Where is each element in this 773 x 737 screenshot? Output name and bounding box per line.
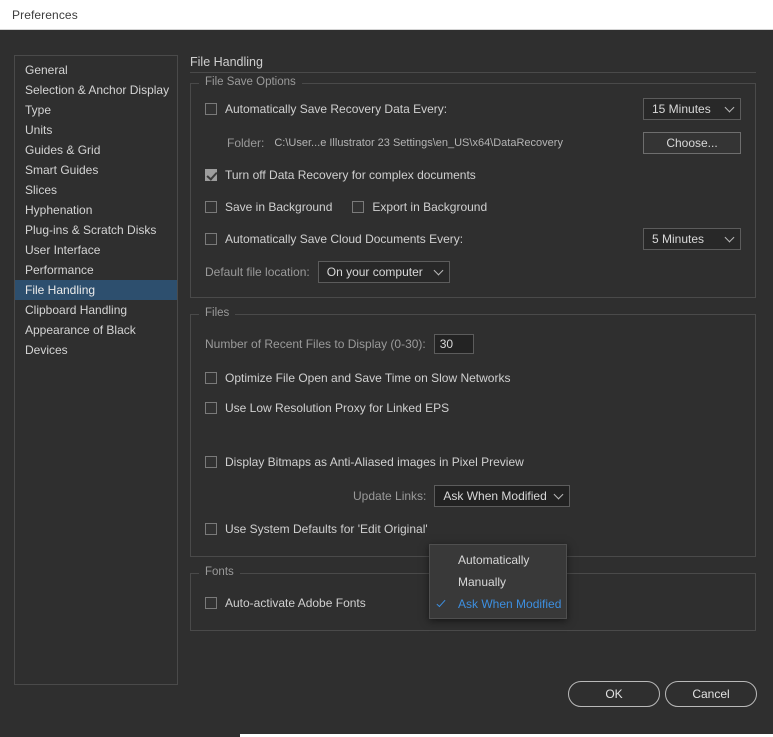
file-save-options-group: File Save Options Automatically Save Rec…	[190, 76, 756, 298]
menu-item-automatically[interactable]: Automatically	[430, 549, 566, 571]
auto-save-cloud-label: Automatically Save Cloud Documents Every…	[225, 232, 464, 246]
menu-item-ask-when-modified-label: Ask When Modified	[458, 597, 562, 611]
recovery-interval-value: 15 Minutes	[652, 102, 711, 116]
display-bitmaps-row: Display Bitmaps as Anti-Aliased images i…	[205, 451, 741, 473]
save-in-background-label: Save in Background	[225, 200, 333, 214]
low-res-proxy-label: Use Low Resolution Proxy for Linked EPS	[225, 401, 450, 415]
sidebar-item-units[interactable]: Units	[15, 120, 177, 140]
default-file-location-value: On your computer	[326, 265, 423, 279]
optimize-slow-networks-label: Optimize File Open and Save Time on Slow…	[225, 371, 511, 385]
chevron-down-icon	[724, 102, 735, 113]
export-in-background-checkbox[interactable]	[352, 201, 365, 213]
sidebar-item-smart-guides[interactable]: Smart Guides	[15, 160, 177, 180]
window-titlebar: Preferences	[0, 0, 773, 30]
menu-item-automatically-label: Automatically	[458, 553, 530, 567]
update-links-dropdown-menu[interactable]: Automatically Manually Ask When Modified	[429, 544, 567, 619]
auto-save-cloud-checkbox[interactable]	[205, 233, 217, 245]
optimize-slow-networks-row: Optimize File Open and Save Time on Slow…	[205, 367, 741, 389]
menu-item-manually-label: Manually	[458, 575, 507, 589]
sidebar-item-slices[interactable]: Slices	[15, 180, 177, 200]
default-file-location-select[interactable]: On your computer	[317, 261, 450, 283]
auto-activate-fonts-label: Auto-activate Adobe Fonts	[225, 596, 366, 610]
page-title: File Handling	[190, 55, 756, 73]
sidebar-item-user-interface[interactable]: User Interface	[15, 240, 177, 260]
auto-save-recovery-checkbox[interactable]	[205, 103, 217, 115]
sidebar-item-type[interactable]: Type	[15, 100, 177, 120]
cancel-button[interactable]: Cancel	[665, 681, 757, 707]
recent-files-input[interactable]	[433, 334, 474, 354]
auto-activate-fonts-checkbox[interactable]	[205, 597, 217, 609]
turn-off-recovery-label: Turn off Data Recovery for complex docum…	[225, 168, 476, 182]
recovery-interval-select[interactable]: 15 Minutes	[643, 98, 741, 120]
preferences-dialog: General Selection & Anchor Display Type …	[0, 31, 773, 737]
auto-save-recovery-row: Automatically Save Recovery Data Every: …	[205, 98, 741, 120]
sidebar-item-hyphenation[interactable]: Hyphenation	[15, 200, 177, 220]
sidebar-item-clipboard-handling[interactable]: Clipboard Handling	[15, 300, 177, 320]
turn-off-recovery-row: Turn off Data Recovery for complex docum…	[205, 164, 741, 186]
background-options-row: Save in Background Export in Background	[205, 196, 741, 218]
display-bitmaps-label: Display Bitmaps as Anti-Aliased images i…	[225, 455, 524, 469]
update-links-value: Ask When Modified	[443, 489, 547, 503]
choose-folder-button[interactable]: Choose...	[643, 132, 741, 154]
dialog-footer: OK Cancel	[0, 681, 757, 721]
fonts-legend: Fonts	[199, 566, 240, 578]
file-save-options-legend: File Save Options	[199, 76, 302, 88]
low-res-proxy-row: Use Low Resolution Proxy for Linked EPS	[205, 397, 741, 419]
update-links-select[interactable]: Ask When Modified	[434, 485, 571, 507]
cloud-interval-value: 5 Minutes	[652, 232, 705, 246]
cloud-interval-select[interactable]: 5 Minutes	[643, 228, 741, 250]
save-in-background-checkbox[interactable]	[205, 201, 217, 213]
recent-files-label: Number of Recent Files to Display (0-30)…	[205, 337, 426, 351]
system-defaults-row: Use System Defaults for 'Edit Original'	[205, 518, 741, 540]
chevron-down-icon	[724, 232, 735, 243]
sidebar-item-devices[interactable]: Devices	[15, 340, 177, 360]
sidebar-item-file-handling[interactable]: File Handling	[15, 280, 177, 300]
auto-save-recovery-label: Automatically Save Recovery Data Every:	[225, 102, 448, 116]
sidebar-item-performance[interactable]: Performance	[15, 260, 177, 280]
auto-save-cloud-row: Automatically Save Cloud Documents Every…	[205, 228, 741, 250]
window-title: Preferences	[12, 8, 78, 22]
default-file-location-row: Default file location: On your computer	[205, 261, 741, 283]
system-defaults-label: Use System Defaults for 'Edit Original'	[225, 522, 428, 536]
turn-off-recovery-checkbox[interactable]	[205, 169, 217, 181]
system-defaults-checkbox[interactable]	[205, 523, 217, 535]
sidebar-item-selection-anchor-display[interactable]: Selection & Anchor Display	[15, 80, 177, 100]
files-legend: Files	[199, 307, 236, 319]
check-icon	[436, 597, 446, 608]
default-file-location-label: Default file location:	[205, 265, 310, 279]
sidebar-item-guides-grid[interactable]: Guides & Grid	[15, 140, 177, 160]
display-bitmaps-checkbox[interactable]	[205, 456, 217, 468]
low-res-proxy-checkbox[interactable]	[205, 402, 217, 414]
ok-button[interactable]: OK	[568, 681, 660, 707]
update-links-row: Update Links: Ask When Modified	[205, 485, 741, 507]
menu-item-manually[interactable]: Manually	[430, 571, 566, 593]
recovery-folder-row: Folder: C:\User...e Illustrator 23 Setti…	[205, 132, 741, 154]
update-links-label: Update Links:	[353, 489, 427, 503]
export-in-background-label: Export in Background	[372, 200, 488, 214]
sidebar-item-appearance-of-black[interactable]: Appearance of Black	[15, 320, 177, 340]
sidebar-item-plugins-scratch-disks[interactable]: Plug-ins & Scratch Disks	[15, 220, 177, 240]
preferences-category-list[interactable]: General Selection & Anchor Display Type …	[14, 55, 178, 685]
chevron-down-icon	[433, 265, 444, 276]
chevron-down-icon	[553, 489, 564, 500]
optimize-slow-networks-checkbox[interactable]	[205, 372, 217, 384]
recent-files-row: Number of Recent Files to Display (0-30)…	[205, 333, 741, 355]
files-group: Files Number of Recent Files to Display …	[190, 307, 756, 557]
folder-path: C:\User...e Illustrator 23 Settings\en_U…	[274, 137, 563, 149]
sidebar-item-general[interactable]: General	[15, 60, 177, 80]
folder-label: Folder:	[227, 136, 265, 150]
menu-item-ask-when-modified[interactable]: Ask When Modified	[430, 593, 566, 615]
